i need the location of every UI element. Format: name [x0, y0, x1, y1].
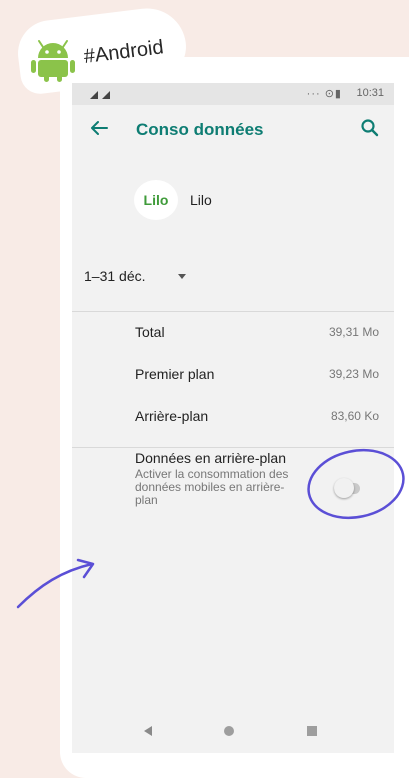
- signal-icon: [90, 91, 110, 99]
- background-data-description: Activer la consommation des données mobi…: [135, 467, 289, 507]
- nav-back-icon[interactable]: [142, 725, 154, 737]
- divider: [72, 311, 394, 312]
- period-label: 1–31 déc.: [84, 268, 146, 284]
- nav-home-icon[interactable]: [224, 726, 234, 736]
- usage-value: 83,60 Ko: [330, 409, 379, 423]
- navigation-bar: [72, 709, 394, 753]
- app-name: Lilo: [190, 192, 212, 208]
- status-time: 10:31: [356, 87, 384, 99]
- usage-value: 39,23 Mo: [328, 367, 379, 381]
- chevron-down-icon: [178, 274, 186, 279]
- usage-label: Premier plan: [135, 366, 215, 382]
- back-arrow-icon[interactable]: [88, 117, 110, 139]
- background-data-title: Données en arrière-plan: [135, 450, 286, 466]
- status-bar: ··· ⊙▮ 10:31: [72, 83, 394, 105]
- usage-row-total: Total 39,31 Mo: [72, 321, 394, 345]
- period-selector[interactable]: 1–31 déc.: [72, 263, 394, 291]
- app-bar: Conso données: [72, 105, 394, 155]
- lilo-logo: Lilo: [134, 180, 178, 220]
- usage-value: 39,31 Mo: [328, 325, 379, 339]
- android-icon: [31, 40, 75, 82]
- nav-recent-icon[interactable]: [307, 726, 317, 736]
- search-icon[interactable]: [360, 118, 380, 138]
- app-row: Lilo Lilo: [72, 180, 394, 224]
- divider: [72, 447, 394, 448]
- page-title: Conso données: [136, 120, 264, 139]
- phone-screen: ··· ⊙▮ 10:31 Conso données Lilo Lilo 1–3…: [72, 83, 394, 753]
- status-icons: ··· ⊙▮: [306, 88, 342, 100]
- usage-row-background: Arrière-plan 83,60 Ko: [72, 405, 394, 429]
- usage-row-foreground: Premier plan 39,23 Mo: [72, 363, 394, 387]
- toggle-thumb[interactable]: [334, 478, 354, 498]
- background-data-setting[interactable]: Données en arrière-plan Activer la conso…: [72, 450, 394, 510]
- usage-label: Arrière-plan: [135, 408, 209, 424]
- usage-label: Total: [135, 324, 165, 340]
